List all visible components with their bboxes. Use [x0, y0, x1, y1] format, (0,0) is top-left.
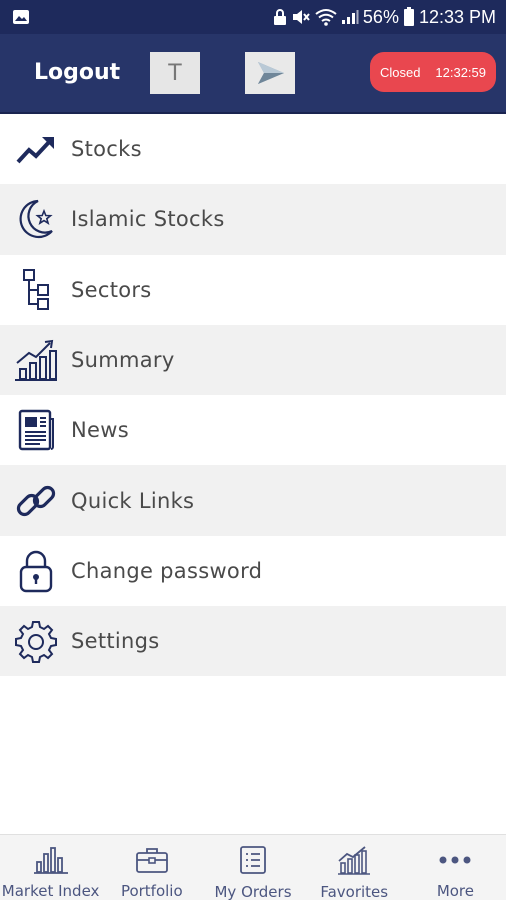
- t-button[interactable]: T: [150, 52, 200, 94]
- menu-item-stocks[interactable]: Stocks: [0, 114, 506, 184]
- menu-item-label: Stocks: [71, 137, 142, 162]
- menu-item-label: Islamic Stocks: [71, 207, 225, 232]
- link-icon: [14, 479, 58, 523]
- list-icon: [238, 845, 268, 875]
- lock-icon: [14, 549, 58, 593]
- nav-more[interactable]: More: [405, 835, 506, 900]
- menu-item-label: Settings: [71, 629, 160, 654]
- battery-percent: 56%: [362, 6, 399, 27]
- market-status-label: Closed: [380, 64, 421, 80]
- clock: 12:33 PM: [418, 6, 496, 27]
- newspaper-icon: [14, 408, 58, 452]
- play-logo-button[interactable]: [245, 52, 295, 94]
- nav-label: More: [436, 882, 474, 900]
- bottom-nav: Market Index Portfolio My Orders Favorit…: [0, 834, 506, 900]
- menu-item-islamic-stocks[interactable]: Islamic Stocks: [0, 184, 506, 255]
- menu-item-quick-links[interactable]: Quick Links: [0, 465, 506, 536]
- nav-market-index[interactable]: Market Index: [0, 835, 101, 900]
- signal-icon: [341, 9, 359, 25]
- menu-item-change-password[interactable]: Change password: [0, 536, 506, 606]
- play-arrow-icon: [258, 62, 284, 84]
- bar-chart-icon: [33, 845, 69, 874]
- menu-item-settings[interactable]: Settings: [0, 606, 506, 677]
- menu-item-label: Sectors: [71, 277, 152, 302]
- hierarchy-icon: [14, 268, 58, 312]
- gear-icon: [14, 619, 58, 664]
- more-dots-icon: [438, 845, 472, 874]
- nav-label: Portfolio: [120, 882, 183, 900]
- briefcase-icon: [135, 845, 169, 874]
- nav-portfolio[interactable]: Portfolio: [101, 835, 202, 900]
- mute-icon: [291, 8, 311, 26]
- crescent-star-icon: [14, 197, 58, 241]
- nav-label: My Orders: [214, 883, 292, 900]
- menu-item-label: Summary: [71, 348, 175, 373]
- menu-item-label: News: [71, 418, 129, 443]
- wifi-icon: [315, 8, 337, 26]
- app-header: Logout T Closed 12:32:59: [0, 34, 506, 112]
- battery-icon: [403, 7, 415, 27]
- menu-item-label: Change password: [71, 558, 263, 583]
- nav-favorites[interactable]: Favorites: [304, 835, 405, 900]
- image-icon: [12, 9, 30, 25]
- menu-item-label: Quick Links: [71, 488, 195, 513]
- nav-label: Favorites: [320, 883, 389, 900]
- chart-trend-icon: [337, 845, 371, 875]
- lock-icon: [273, 8, 287, 26]
- nav-label: Market Index: [1, 882, 100, 900]
- market-time: 12:32:59: [435, 64, 486, 80]
- menu-item-sectors[interactable]: Sectors: [0, 255, 506, 325]
- market-status-badge: Closed 12:32:59: [370, 52, 496, 92]
- menu-item-news[interactable]: News: [0, 395, 506, 465]
- status-bar: 56% 12:33 PM: [0, 0, 506, 34]
- trend-up-icon: [14, 127, 58, 171]
- logout-button[interactable]: Logout: [34, 60, 120, 85]
- main-menu: Stocks Islamic Stocks Sectors Summary Ne…: [0, 114, 506, 677]
- nav-my-orders[interactable]: My Orders: [202, 835, 303, 900]
- menu-item-summary[interactable]: Summary: [0, 324, 506, 396]
- bar-growth-icon: [14, 338, 58, 382]
